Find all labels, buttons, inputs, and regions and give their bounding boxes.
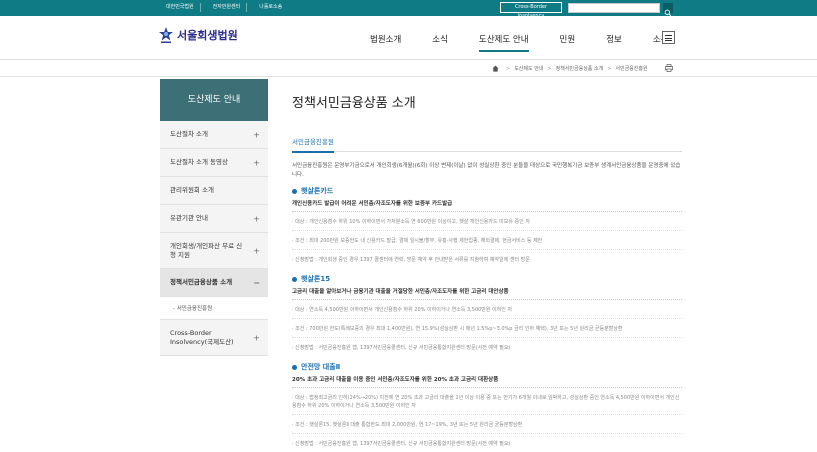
nav-bankruptcy-guide[interactable]: 도산제도 안내 [478, 33, 529, 52]
sidebar: 도산제도 안내 도산절차 소개 + 도산절차 소개 동영상 + 관리위원회 소개… [160, 79, 268, 356]
breadcrumb-separator: > [506, 65, 511, 72]
product-line: · 신청방법 : 개인회생 중인 경우 1397 콜센터에 연락, 방문 예약 … [292, 257, 530, 263]
main-content: 정책서민금융상품 소개 서민금융진흥원 서민금융진흥원은 운영부기금으로서 개인… [292, 92, 682, 452]
nav-about[interactable]: 법원소개 [370, 33, 401, 52]
product-desc: 고금리 대출을 알아보거나 금융기관 대출을 거절당한 서민층/자조도자를 위한… [292, 287, 682, 300]
product-block: 햇살론15 고금리 대출을 알아보거나 금융기관 대출을 거절당한 서민층/자조… [292, 274, 682, 356]
bullet-icon [292, 276, 297, 282]
sidebar-item-agencies[interactable]: 유관기관 안내 + [160, 205, 268, 233]
product-title: 햇살론카드 [292, 186, 682, 196]
expand-icon: + [253, 333, 260, 342]
top-link-selfsuit[interactable]: 나홀로소송 [253, 3, 288, 12]
sidebar-item-procedure[interactable]: 도산절차 소개 + [160, 121, 268, 149]
sidebar-item-label: 개인회생/개인파산 무료 신청 지원 [170, 241, 243, 259]
search-button[interactable] [663, 3, 673, 17]
product-line: · 조건 : 햇살론15, 햇살론Ⅱ 대출 통합한도 최대 2,000만원, 연… [292, 421, 682, 434]
breadcrumb-separator: > [547, 65, 552, 72]
sidebar-item-label: 관리위원회 소개 [170, 186, 214, 194]
expand-icon: + [253, 214, 260, 223]
sidebar-item-label: 유관기관 안내 [170, 214, 208, 222]
sidebar-item-label: 도산절차 소개 동영상 [170, 158, 228, 166]
expand-icon: + [253, 130, 260, 139]
hamburger-icon [665, 35, 672, 36]
product-line: · 조건 : 700만원 한도(특례보증의 경우 최대 1,400만원), 연 … [292, 325, 682, 338]
search-input[interactable] [568, 3, 660, 13]
hamburger-icon-bar [665, 40, 672, 41]
sidebar-title: 도산제도 안내 [160, 79, 268, 121]
top-link-ecivil[interactable]: 전자민원센터 [207, 3, 248, 12]
breadcrumb-item[interactable]: 서민금융진흥원 [615, 65, 647, 72]
intro-text: 서민금융진흥원은 운영부기금으로서 개인회생(6개월)(6회) 이상 변제(이날… [292, 163, 681, 178]
top-links: 대한민국법원 전자민원센터 나홀로소송 [160, 3, 288, 12]
site-header: 서울회생법원 법원소개 소식 도산제도 안내 민원 정보 소통 [0, 16, 817, 60]
bullet-icon [292, 188, 297, 194]
product-title-text: 안전망 대출Ⅱ [301, 363, 341, 371]
top-bar: 대한민국법원 전자민원센터 나홀로소송 Cross-Border Insolve… [0, 0, 817, 19]
product-block: 안전망 대출Ⅱ 20% 초과 고금리 대출을 이용 중인 서민층/자조도자를 위… [292, 362, 682, 452]
menu-button[interactable] [662, 31, 675, 44]
logo-text: 서울회생법원 [177, 29, 238, 42]
page-title: 정책서민금융상품 소개 [292, 96, 416, 111]
hamburger-icon-bar [665, 37, 672, 39]
product-block: 햇살론카드 개인신용카드 발급이 어려운 서민층/자조도자를 위한 보증부 카드… [292, 186, 682, 268]
sidebar-item-committee[interactable]: 관리위원회 소개 [160, 177, 268, 205]
sidebar-item-label: 정책서민금융상품 소개 [170, 278, 233, 286]
nav-civil[interactable]: 민원 [560, 33, 576, 52]
logo[interactable]: 서울회생법원 [158, 26, 238, 44]
court-emblem-icon [159, 27, 173, 43]
sidebar-item-cross-border[interactable]: Cross-Border Insolvency(국제도산) + [160, 320, 268, 356]
cross-border-button[interactable]: Cross-Border Insolvency [500, 2, 562, 19]
product-line: · 대상 : 연소득 4,500만원 이하이면서 개인신용점수 하위 20% 이… [292, 306, 682, 319]
sidebar-item-video[interactable]: 도산절차 소개 동영상 + [160, 149, 268, 177]
product-title-text: 햇살론15 [301, 275, 331, 283]
product-title: 햇살론15 [292, 274, 682, 284]
breadcrumb-item[interactable]: 정책서민금융상품 소개 [556, 65, 604, 72]
product-line: · 신청방법 : 서민금융진흥원 앱, 1397서민금융콜센터, 신규 서민금융… [292, 441, 511, 447]
collapse-icon: − [253, 278, 260, 287]
nav-info[interactable]: 정보 [606, 33, 622, 52]
product-line: · 조건 : 최대 200만원 보증한도 내 신용카드 발급, 결제 일시불/할… [292, 237, 682, 250]
product-title-text: 햇살론카드 [301, 187, 334, 195]
breadcrumb-separator: > [607, 65, 612, 72]
top-link-court[interactable]: 대한민국법원 [160, 3, 201, 12]
main-nav: 법원소개 소식 도산제도 안내 민원 정보 소통 [370, 33, 699, 52]
expand-icon: + [253, 158, 260, 167]
section-title: 서민금융진흥원 [292, 136, 682, 153]
print-icon[interactable] [665, 64, 673, 72]
sidebar-item-policy-finance[interactable]: 정책서민금융상품 소개 − [160, 269, 268, 297]
breadcrumb-bar: > 도산제도 안내 > 정책서민금융상품 소개 > 서민금융진흥원 [0, 60, 817, 77]
product-line: · 대상 : 개인신용점수 하위 10% 이하이면서 가처분소득 연 600만원… [292, 218, 682, 231]
breadcrumb: > 도산제도 안내 > 정책서민금융상품 소개 > 서민금융진흥원 [492, 65, 648, 72]
section-title-text: 서민금융진흥원 [292, 138, 334, 153]
sidebar-item-label: Cross-Border Insolvency(국제도산) [170, 328, 234, 346]
expand-icon: + [253, 246, 260, 255]
sidebar-subitem-kinfa[interactable]: - 서민금융진흥원 [160, 297, 268, 320]
nav-news[interactable]: 소식 [432, 33, 448, 52]
product-line: · 신청방법 : 서민금융진흥원 앱, 1397서민금융콜센터, 신규 서민금융… [292, 345, 511, 351]
bullet-icon [292, 364, 297, 370]
sidebar-item-label: 도산절차 소개 [170, 130, 208, 138]
product-desc: 20% 초과 고금리 대출을 이용 중인 서민층/자조도자를 위한 20% 초과… [292, 375, 682, 388]
product-title: 안전망 대출Ⅱ [292, 362, 682, 372]
product-desc: 개인신용카드 발급이 어려운 서민층/자조도자를 위한 보증부 카드발급 [292, 199, 682, 212]
sidebar-item-free-support[interactable]: 개인회생/개인파산 무료 신청 지원 + [160, 233, 268, 269]
home-icon[interactable] [492, 65, 499, 72]
breadcrumb-item[interactable]: 도산제도 안내 [514, 65, 543, 72]
